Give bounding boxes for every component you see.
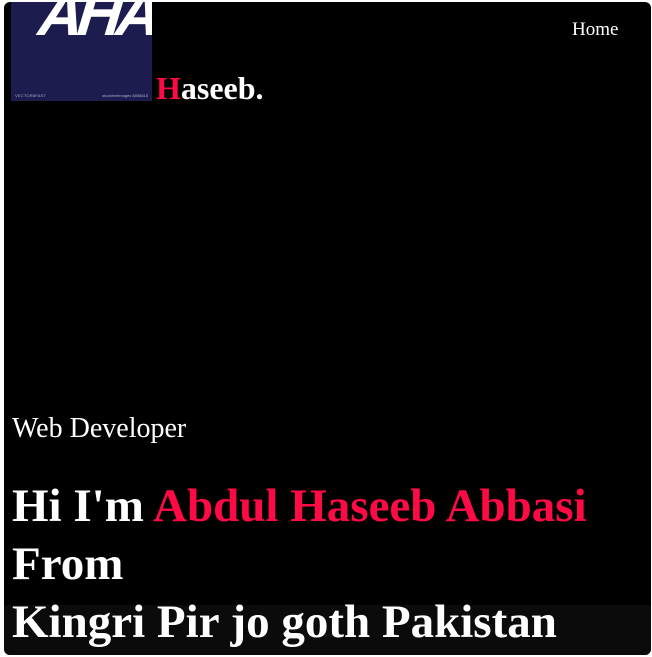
- role-title: Web Developer: [12, 413, 187, 444]
- brand-name: Haseeb.: [156, 72, 264, 104]
- nav-home-link[interactable]: Home: [572, 19, 618, 41]
- logo-mark: AHA: [35, 2, 152, 49]
- brand-rest: aseeb.: [180, 70, 264, 106]
- headline-line-3: Kingri Pir jo goth Pakistan: [12, 596, 557, 648]
- site-logo[interactable]: AHA VECTOR8FAST stockfreeimages 8858815: [11, 2, 152, 101]
- brand-initial: H: [156, 70, 181, 106]
- greeting-text: Hi I'm: [12, 480, 144, 532]
- person-name: Abdul Haseeb Abbasi: [153, 480, 587, 532]
- page-frame: AHA VECTOR8FAST stockfreeimages 8858815 …: [4, 2, 651, 655]
- headline-line-2: From: [12, 538, 124, 590]
- logo-footer-left: VECTOR8FAST: [15, 93, 47, 98]
- hero-headline: Hi I'm Abdul Haseeb Abbasi From Kingri P…: [12, 477, 642, 651]
- logo-footer-right: stockfreeimages 8858815: [102, 93, 148, 98]
- headline-line-1: Hi I'm Abdul Haseeb Abbasi: [12, 477, 642, 535]
